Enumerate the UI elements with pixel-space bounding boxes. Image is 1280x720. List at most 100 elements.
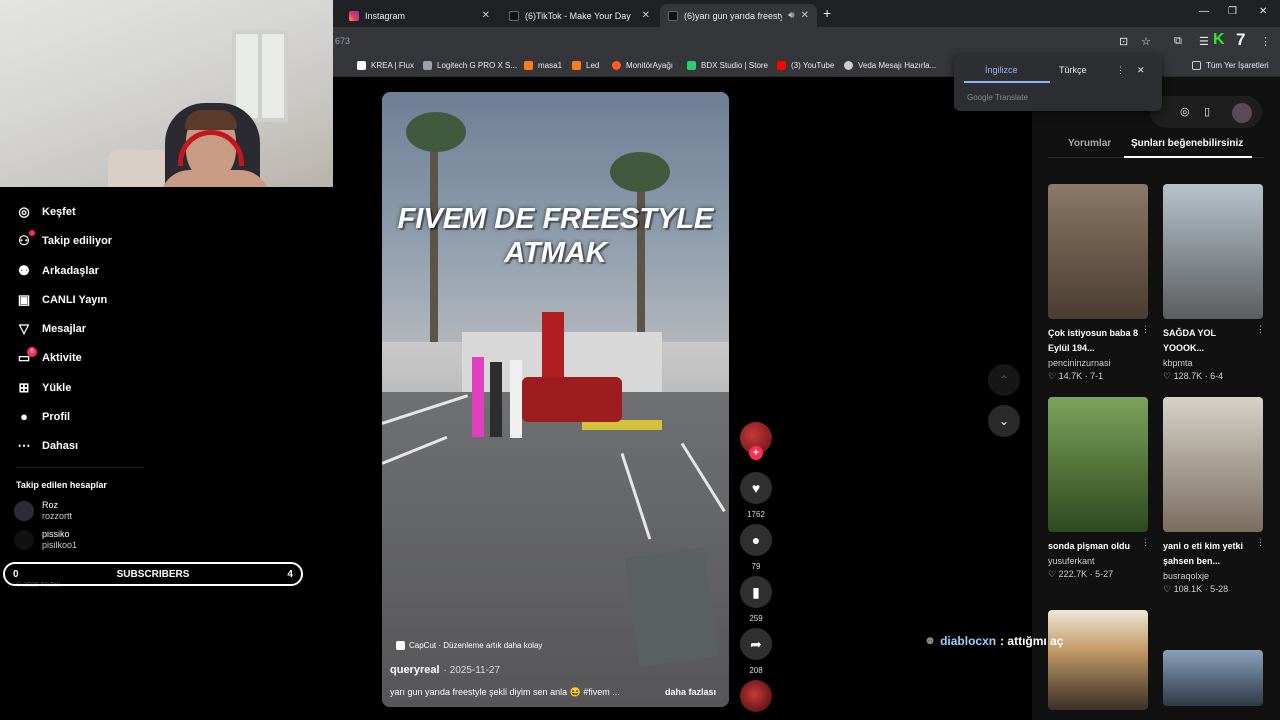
suggested-video-card[interactable]: SAĞDA YOL YOOOK... ⋮ kbpmta ♡ 128.7K · 6…	[1163, 184, 1265, 382]
previous-video-button[interactable]: ⌃	[988, 364, 1020, 396]
palm-leaves	[610, 152, 670, 192]
suggested-video-card[interactable]	[1048, 610, 1148, 710]
more-icon[interactable]: ⋮	[1116, 65, 1125, 76]
followed-account[interactable]: Roz rozzortt	[14, 500, 72, 522]
video-thumbnail[interactable]	[1048, 184, 1148, 319]
card-user[interactable]: yusuferkant	[1048, 556, 1148, 566]
suggested-video-card[interactable]: Çok istiyosun baba 8 Eylül 194... ⋮ penc…	[1048, 184, 1150, 382]
video-date: · 2025-11-27	[443, 665, 501, 676]
bookmark-label: masa1	[538, 61, 563, 70]
heart-icon[interactable]: ♥	[740, 472, 772, 504]
more-icon[interactable]: ⋮	[1256, 537, 1265, 548]
music-disc-icon[interactable]	[740, 680, 772, 712]
bookmark-logitech[interactable]: Logitech G PRO X S...	[423, 61, 517, 70]
extensions-icon[interactable]: ⧉	[1174, 35, 1182, 48]
sidebar-item-activity[interactable]: ▭ Aktivite	[16, 350, 82, 366]
video-author[interactable]: queryreal · 2025-11-27	[390, 664, 500, 676]
star-icon[interactable]: ☆	[1141, 35, 1151, 48]
more-button[interactable]: daha fazlası	[665, 687, 716, 697]
tiktok-icon	[509, 10, 519, 21]
tab-comments[interactable]: Yorumlar	[1068, 138, 1111, 149]
card-user[interactable]: kbpmta	[1163, 358, 1263, 368]
tab-tiktok-home[interactable]: (6)TikTok - Make Your Day ✕	[501, 4, 658, 27]
bookmark-krea[interactable]: KREA | Flux	[357, 61, 414, 70]
tab-tiktok-video[interactable]: (6)yarı gun yarıda freestyle 🔊︎ ✕	[660, 4, 817, 27]
bookmark-label: (3) YouTube	[791, 61, 835, 70]
more-icon[interactable]: ⋮	[1256, 324, 1265, 335]
card-user[interactable]: pencininzurnasi	[1048, 358, 1148, 368]
capcut-label: CapCut · Düzenleme artık daha kolay	[409, 641, 543, 650]
activity-badge: 6	[27, 347, 37, 357]
translate-source-tab[interactable]: İngilizce	[985, 65, 1018, 75]
translate-target-tab[interactable]: Türkçe	[1059, 65, 1087, 75]
tab-suggested[interactable]: Şunları beğenebilirsiniz	[1131, 138, 1243, 149]
title-line: FIVEM DE FREESTYLE	[397, 203, 714, 235]
window-close-icon[interactable]: ✕	[1259, 6, 1267, 17]
translate-tab-indicator	[964, 81, 1050, 83]
drain-cover	[624, 546, 720, 668]
sidepanel-icon[interactable]: ☰	[1199, 35, 1209, 48]
suggested-video-card[interactable]	[1163, 650, 1263, 706]
suggested-video-card[interactable]: yani o eti kim yetki şahsen ben... ⋮ bus…	[1163, 397, 1265, 595]
krea-icon	[357, 61, 366, 70]
compass-icon[interactable]: ◎	[1180, 105, 1190, 118]
bookmark-monitor[interactable]: MonitörAyağı	[612, 61, 673, 70]
close-icon[interactable]: ✕	[482, 10, 490, 21]
bookmark-veda[interactable]: Veda Mesajı Hazırla...	[844, 61, 936, 70]
bookmark-youtube[interactable]: (3) YouTube	[777, 61, 834, 70]
tab-instagram[interactable]: Instagram ✕	[341, 4, 498, 27]
close-icon[interactable]: ✕	[801, 10, 809, 21]
minimize-icon[interactable]: —	[1199, 6, 1209, 17]
followed-account[interactable]: pissiko pisilkoo1	[14, 529, 77, 551]
video-thumbnail[interactable]	[1163, 650, 1263, 706]
phone-icon[interactable]: ▯	[1204, 105, 1210, 118]
capcut-banner[interactable]: CapCut · Düzenleme artık daha kolay	[396, 641, 542, 650]
webcam-person-hair	[185, 110, 237, 130]
speaker-icon[interactable]: 🔊︎	[788, 10, 794, 21]
restore-icon[interactable]: ❐	[1228, 6, 1237, 17]
sidebar-item-profile[interactable]: ● Profil	[16, 409, 70, 424]
bookmark-masa1[interactable]: masa1	[524, 61, 562, 70]
menu-icon[interactable]: ⋮	[1260, 35, 1271, 48]
more-icon[interactable]: ⋮	[1141, 537, 1150, 548]
video-thumbnail[interactable]	[1048, 610, 1148, 710]
next-video-button[interactable]: ⌄	[988, 405, 1020, 437]
sidebar-item-friends[interactable]: ⚉ Arkadaşlar	[16, 263, 99, 279]
share-icon[interactable]: ➦	[740, 628, 772, 660]
bookmark-all[interactable]: Tüm Yer İşaretleri	[1192, 61, 1269, 70]
comment-action[interactable]: ● 79	[740, 524, 772, 571]
card-stats: ♡ 14.7K · 7-1	[1048, 371, 1104, 381]
instagram-icon	[349, 10, 359, 21]
sidebar-item-live[interactable]: ▣ CANLI Yayın	[16, 292, 107, 308]
more-icon[interactable]: ⋮	[1141, 324, 1150, 335]
video-thumbnail[interactable]	[1163, 397, 1263, 532]
author-name[interactable]: queryreal	[390, 664, 440, 676]
bookmark-led[interactable]: Led	[572, 61, 599, 70]
url-field[interactable]: 673	[335, 36, 350, 46]
sidebar-item-upload[interactable]: ⊞ Yükle	[16, 380, 72, 396]
save-action[interactable]: ▮ 259	[740, 576, 772, 623]
new-tab-button[interactable]: +	[823, 5, 831, 21]
video-thumbnail[interactable]	[1048, 397, 1148, 532]
close-icon[interactable]: ✕	[1137, 65, 1145, 76]
translate-footer: Google Translate	[967, 93, 1028, 102]
tab-title: (6)yarı gun yarıda freestyle	[684, 10, 783, 21]
bookmark-bdx[interactable]: BDX Studio | Store	[687, 61, 768, 70]
sidebar-item-messages[interactable]: ▽ Mesajlar	[16, 321, 86, 337]
video-thumbnail[interactable]	[1163, 184, 1263, 319]
share-action[interactable]: ➦ 208	[740, 628, 772, 675]
follow-plus-button[interactable]: +	[749, 446, 763, 460]
close-icon[interactable]: ✕	[642, 10, 650, 21]
suggested-video-card[interactable]: sonda pişman oldu ⋮ yusuferkant ♡ 222.7K…	[1048, 397, 1150, 580]
video-player[interactable]: FIVEM DE FREESTYLE ATMAK CapCut · Düzenl…	[382, 92, 729, 707]
tab-title: (6)TikTok - Make Your Day	[525, 10, 631, 21]
comment-icon[interactable]: ●	[740, 524, 772, 556]
sidebar-item-more[interactable]: ⋯ Dahası	[16, 438, 79, 454]
user-avatar[interactable]	[1232, 103, 1252, 123]
more-icon: ⋯	[17, 438, 31, 453]
sidebar-item-explore[interactable]: ◎ Keşfet	[16, 204, 75, 220]
like-action[interactable]: ♥ 1762	[740, 472, 772, 519]
translate-icon[interactable]: ⊡	[1119, 35, 1128, 48]
bookmark-icon[interactable]: ▮	[740, 576, 772, 608]
card-user[interactable]: busraqolxje	[1163, 571, 1263, 581]
